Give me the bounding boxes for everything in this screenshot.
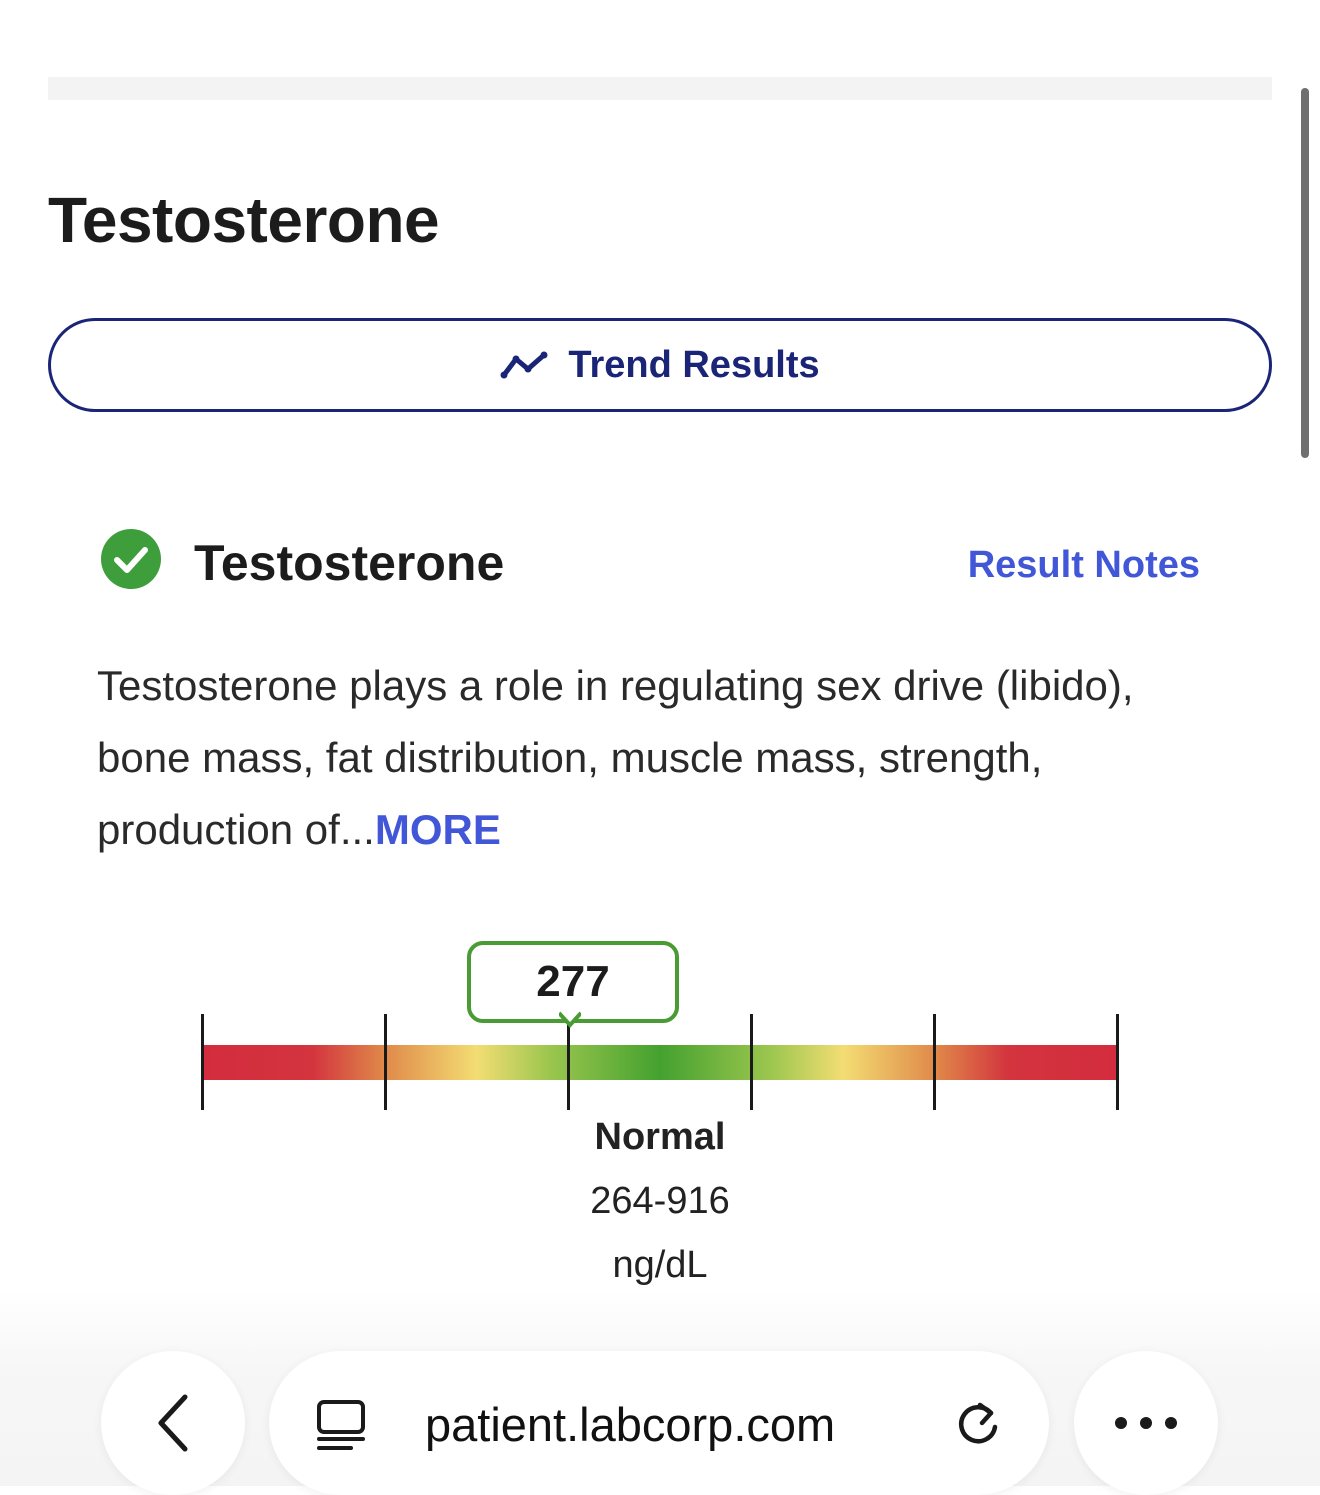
browser-back-button[interactable] — [101, 1351, 245, 1495]
range-gradient-bar — [202, 1045, 1118, 1080]
range-tick — [384, 1014, 387, 1110]
ellipsis-icon — [1115, 1417, 1177, 1429]
result-name: Testosterone — [194, 535, 505, 591]
result-notes-link[interactable]: Result Notes — [968, 543, 1200, 587]
scrollbar[interactable] — [1301, 88, 1309, 458]
range-tick — [750, 1014, 753, 1110]
result-header: Testosterone Result Notes — [100, 525, 1210, 605]
trend-results-button[interactable]: Trend Results — [48, 318, 1272, 412]
range-units-label: ng/dL — [612, 1244, 708, 1286]
value-pointer-icon — [559, 1011, 581, 1028]
browser-more-button[interactable] — [1074, 1351, 1218, 1495]
top-divider-strip — [48, 77, 1272, 100]
range-values-label: 264-916 — [590, 1180, 730, 1222]
range-tick — [1116, 1014, 1119, 1110]
range-tick — [933, 1014, 936, 1110]
chevron-left-icon — [158, 1394, 188, 1452]
page-title: Testosterone — [48, 184, 440, 256]
more-link[interactable]: MORE — [375, 806, 501, 853]
browser-url[interactable]: patient.labcorp.com — [425, 1397, 835, 1453]
browser-address-bar[interactable]: patient.labcorp.com — [269, 1351, 1049, 1495]
reload-icon[interactable] — [953, 1399, 1003, 1449]
check-circle-icon — [101, 529, 161, 589]
result-description: Testosterone plays a role in regulating … — [97, 650, 1237, 866]
range-status-label: Normal — [594, 1116, 726, 1158]
trend-results-label: Trend Results — [568, 343, 820, 386]
reader-mode-icon[interactable] — [315, 1399, 367, 1451]
range-tick — [201, 1014, 204, 1110]
result-description-text: Testosterone plays a role in regulating … — [97, 662, 1134, 853]
trend-line-icon — [500, 351, 548, 379]
